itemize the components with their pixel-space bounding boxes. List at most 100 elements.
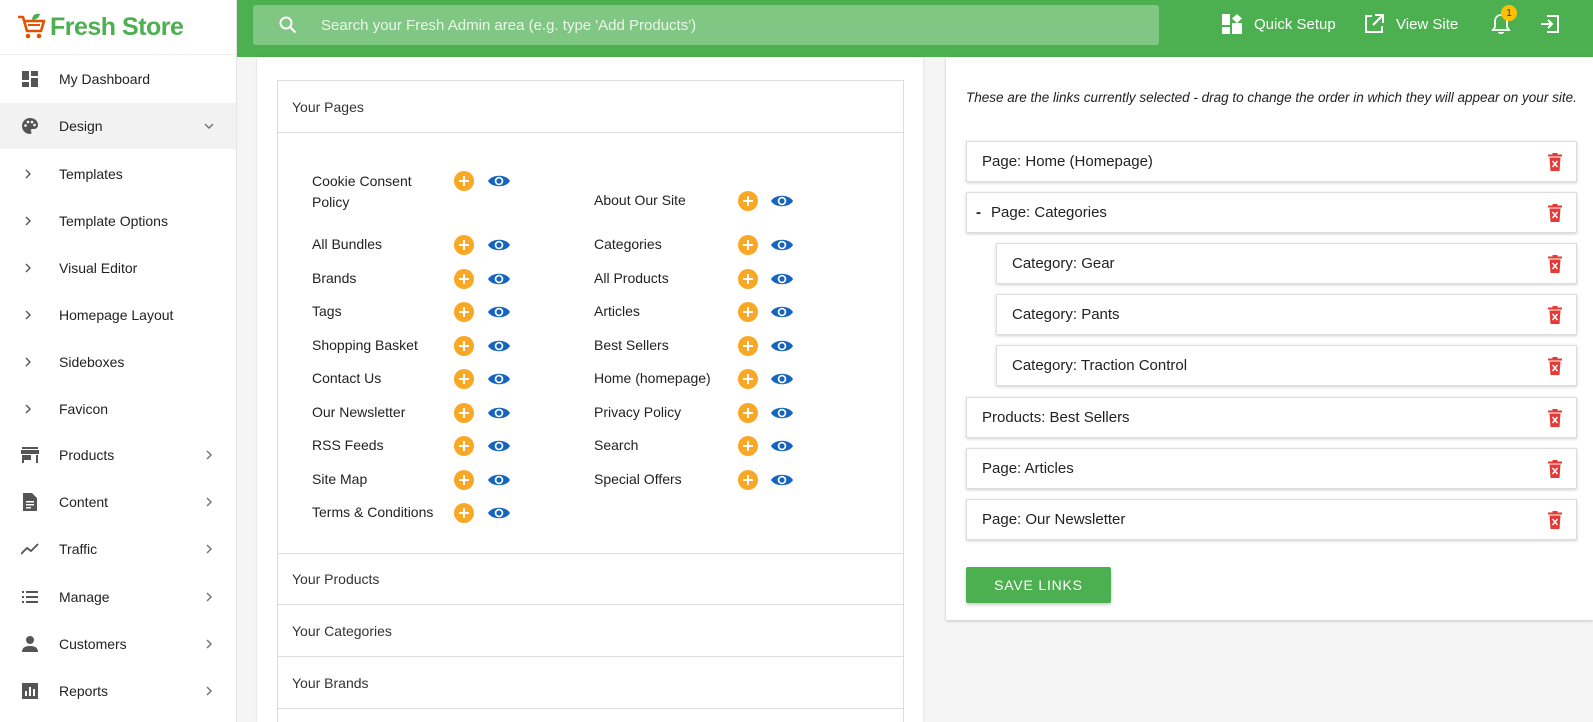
- preview-eye-icon[interactable]: [487, 172, 511, 190]
- sidebar-item-homepage-layout[interactable]: Homepage Layout: [0, 292, 236, 338]
- dashboard-icon: [21, 70, 39, 88]
- add-link-plus-icon[interactable]: [738, 302, 758, 322]
- add-link-plus-icon[interactable]: [738, 191, 758, 211]
- selected-link-item[interactable]: Category: Traction Control: [996, 345, 1577, 386]
- add-link-plus-icon[interactable]: [738, 369, 758, 389]
- selected-link-item[interactable]: Products: Best Sellers: [966, 397, 1577, 438]
- sidebar-item-manage[interactable]: Manage: [0, 574, 236, 620]
- delete-trash-icon[interactable]: [1547, 511, 1563, 529]
- selected-link-item[interactable]: Category: Pants: [996, 294, 1577, 335]
- sidebar-item-customers[interactable]: Customers: [0, 621, 236, 667]
- preview-eye-icon[interactable]: [770, 270, 794, 288]
- page-link-label: Special Offers: [594, 471, 682, 487]
- chevron-right-icon: [206, 450, 213, 460]
- sidebar-item-templates[interactable]: Templates: [0, 151, 236, 197]
- add-link-plus-icon[interactable]: [738, 403, 758, 423]
- sidebar-item-dashboard[interactable]: My Dashboard: [0, 56, 236, 102]
- selected-link-item[interactable]: Page: Articles: [966, 448, 1577, 489]
- sidebar-item-sideboxes[interactable]: Sideboxes: [0, 339, 236, 385]
- bar-chart-icon: [21, 682, 39, 700]
- sidebar-item-products[interactable]: Products: [0, 432, 236, 478]
- add-link-plus-icon[interactable]: [454, 470, 474, 490]
- page-link-label: Contact Us: [312, 370, 382, 386]
- search-bar[interactable]: [253, 5, 1159, 45]
- add-link-plus-icon[interactable]: [738, 235, 758, 255]
- selected-link-item[interactable]: Category: Gear: [996, 243, 1577, 284]
- sidebar: Fresh Store My Dashboard Design Template…: [0, 0, 237, 722]
- sidebar-item-reports[interactable]: Reports: [0, 668, 236, 714]
- save-links-button[interactable]: SAVE LINKS: [966, 567, 1111, 603]
- selected-link-label: Category: Gear: [1012, 255, 1115, 272]
- chevron-down-icon: [204, 123, 214, 130]
- brand-logo[interactable]: Fresh Store: [0, 0, 236, 55]
- selected-link-item[interactable]: Page: Our Newsletter: [966, 499, 1577, 540]
- sidebar-item-label: Content: [59, 494, 109, 510]
- preview-eye-icon[interactable]: [770, 236, 794, 254]
- add-link-plus-icon[interactable]: [454, 235, 474, 255]
- delete-trash-icon[interactable]: [1547, 409, 1563, 427]
- preview-eye-icon[interactable]: [770, 192, 794, 210]
- add-link-plus-icon[interactable]: [454, 269, 474, 289]
- preview-eye-icon[interactable]: [487, 404, 511, 422]
- preview-eye-icon[interactable]: [770, 303, 794, 321]
- preview-eye-icon[interactable]: [487, 337, 511, 355]
- add-link-plus-icon[interactable]: [454, 171, 474, 191]
- selected-links-description: These are the links currently selected -…: [966, 90, 1577, 105]
- add-link-plus-icon[interactable]: [738, 436, 758, 456]
- view-site-button[interactable]: View Site: [1364, 14, 1458, 34]
- section-title: Your Categories: [292, 622, 392, 639]
- delete-trash-icon[interactable]: [1547, 204, 1563, 222]
- palette-icon: [21, 117, 39, 135]
- preview-eye-icon[interactable]: [487, 303, 511, 321]
- section-your-pages[interactable]: Your Pages: [278, 81, 903, 133]
- selected-link-item[interactable]: Page: Home (Homepage): [966, 141, 1577, 182]
- sidebar-item-label: Favicon: [59, 401, 109, 417]
- section-title: Your Brands: [292, 674, 369, 691]
- person-icon: [21, 635, 39, 653]
- sidebar-item-template-options[interactable]: Template Options: [0, 198, 236, 244]
- section-your-categories[interactable]: Your Categories: [278, 605, 903, 657]
- section-your-products[interactable]: Your Products: [278, 553, 903, 605]
- add-link-plus-icon[interactable]: [454, 436, 474, 456]
- preview-eye-icon[interactable]: [487, 504, 511, 522]
- sidebar-item-design[interactable]: Design: [0, 103, 236, 149]
- collapse-toggle[interactable]: -: [976, 204, 981, 221]
- preview-eye-icon[interactable]: [770, 404, 794, 422]
- add-link-plus-icon[interactable]: [454, 503, 474, 523]
- preview-eye-icon[interactable]: [487, 270, 511, 288]
- delete-trash-icon[interactable]: [1547, 306, 1563, 324]
- delete-trash-icon[interactable]: [1547, 255, 1563, 273]
- preview-eye-icon[interactable]: [487, 236, 511, 254]
- available-links-panel: Your Pages Cookie Consent Policy All Bund…: [257, 57, 923, 722]
- add-link-plus-icon[interactable]: [454, 302, 474, 322]
- add-link-plus-icon[interactable]: [454, 369, 474, 389]
- preview-eye-icon[interactable]: [770, 337, 794, 355]
- preview-eye-icon[interactable]: [487, 370, 511, 388]
- preview-eye-icon[interactable]: [770, 370, 794, 388]
- preview-eye-icon[interactable]: [770, 437, 794, 455]
- quick-setup-icon: [1222, 14, 1242, 34]
- section-your-brands[interactable]: Your Brands: [278, 657, 903, 709]
- preview-eye-icon[interactable]: [487, 437, 511, 455]
- page-link-label: RSS Feeds: [312, 437, 384, 453]
- add-link-plus-icon[interactable]: [738, 336, 758, 356]
- add-link-plus-icon[interactable]: [738, 269, 758, 289]
- sidebar-item-favicon[interactable]: Favicon: [0, 386, 236, 432]
- sidebar-item-traffic[interactable]: Traffic: [0, 526, 236, 572]
- add-link-plus-icon[interactable]: [738, 470, 758, 490]
- section-title: Your Products: [292, 571, 380, 587]
- preview-eye-icon[interactable]: [770, 471, 794, 489]
- cart-logo-icon: [18, 13, 46, 39]
- delete-trash-icon[interactable]: [1547, 153, 1563, 171]
- delete-trash-icon[interactable]: [1547, 460, 1563, 478]
- chevron-right-icon: [206, 544, 213, 554]
- sidebar-item-visual-editor[interactable]: Visual Editor: [0, 245, 236, 291]
- quick-setup-button[interactable]: Quick Setup: [1222, 14, 1336, 34]
- search-input[interactable]: [321, 5, 1141, 45]
- preview-eye-icon[interactable]: [487, 471, 511, 489]
- delete-trash-icon[interactable]: [1547, 357, 1563, 375]
- add-link-plus-icon[interactable]: [454, 403, 474, 423]
- selected-link-item[interactable]: - Page: Categories: [966, 192, 1577, 233]
- sidebar-item-content[interactable]: Content: [0, 479, 236, 525]
- add-link-plus-icon[interactable]: [454, 336, 474, 356]
